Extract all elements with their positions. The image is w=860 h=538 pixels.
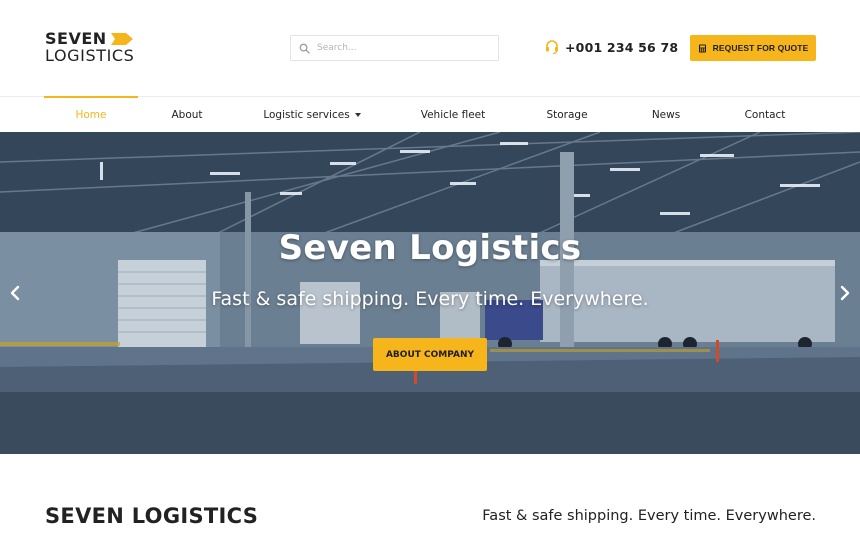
nav-item-label: News [651, 108, 681, 121]
section-title: SEVEN LOGISTICS [45, 504, 259, 528]
logo-text-bottom: LOGISTICS [45, 46, 135, 65]
nav-item-label: Contact [744, 108, 786, 121]
phone-number: +001 234 56 78 [565, 39, 679, 55]
nav-item-storage[interactable]: Storage [527, 97, 607, 132]
hero-title: Seven Logistics [278, 228, 582, 268]
headset-icon [546, 40, 558, 55]
site-logo[interactable]: SEVEN LOGISTICS [45, 29, 135, 65]
hero-subtitle: Fast & safe shipping. Every time. Everyw… [211, 288, 649, 310]
nav-item-label: Vehicle fleet [420, 108, 486, 121]
nav-item-vehicle-fleet[interactable]: Vehicle fleet [408, 97, 498, 132]
logo-text-top: SEVEN [45, 29, 107, 48]
site-header: SEVEN LOGISTICS +001 234 56 78 [0, 0, 860, 96]
nav-item-label: Home [75, 108, 107, 121]
nav-item-label: Logistic services [263, 108, 350, 121]
search-icon [299, 43, 310, 54]
nav-item-about[interactable]: About [147, 97, 227, 132]
calculator-icon [698, 44, 706, 52]
search-box[interactable] [290, 35, 499, 61]
nav-item-home[interactable]: Home [44, 96, 138, 132]
phone-contact[interactable]: +001 234 56 78 [544, 39, 678, 55]
nav-item-label: Storage [546, 108, 588, 121]
about-company-button[interactable]: ABOUT COMPANY [373, 338, 487, 371]
request-quote-button[interactable]: REQUEST FOR QUOTE [690, 35, 816, 61]
chevron-down-icon [354, 112, 361, 117]
logo-arrow-icon [110, 33, 133, 45]
chevron-left-icon [10, 285, 20, 301]
nav-item-label: About [171, 108, 203, 121]
slider-prev-button[interactable] [6, 282, 24, 304]
nav-item-logistic-services[interactable]: Logistic services [250, 97, 374, 132]
request-quote-label: REQUEST FOR QUOTE [712, 43, 809, 53]
nav-item-news[interactable]: News [628, 97, 704, 132]
chevron-right-icon [840, 285, 850, 301]
search-input[interactable] [317, 43, 487, 53]
section-tagline: Fast & safe shipping. Every time. Everyw… [482, 508, 816, 524]
nav-item-contact[interactable]: Contact [725, 97, 805, 132]
hero-slider: Seven Logistics Fast & safe shipping. Ev… [0, 132, 860, 454]
main-nav: Home About Logistic services Vehicle fle… [0, 96, 860, 132]
slider-next-button[interactable] [836, 282, 854, 304]
